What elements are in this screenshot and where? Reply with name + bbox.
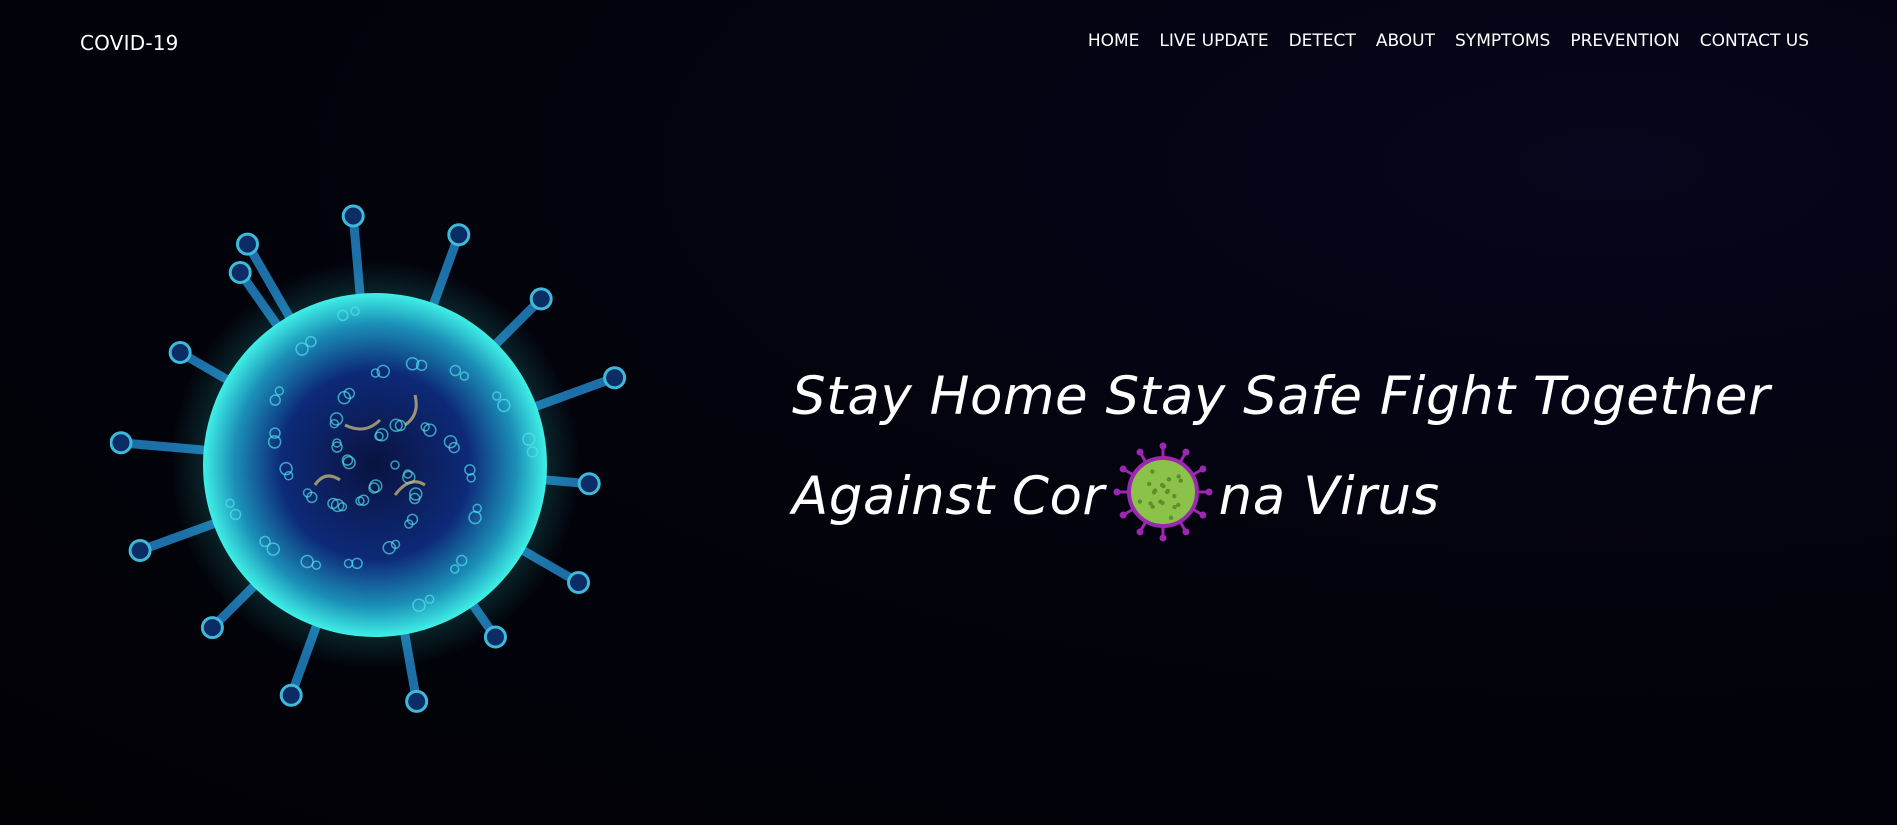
headline-line-2-start: Against Cor [792,466,1105,527]
main-nav: HOME LIVE UPDATE DETECT ABOUT SYMPTOMS P… [1088,31,1809,51]
headline-line-1: Stay Home Stay Safe Fight Together [792,366,1771,427]
nav-symptoms[interactable]: SYMPTOMS [1455,31,1550,51]
brand-logo[interactable]: COVID-19 [80,31,179,55]
nav-prevention[interactable]: PREVENTION [1570,31,1679,51]
nav-contact-us[interactable]: CONTACT US [1700,31,1809,51]
nav-detect[interactable]: DETECT [1289,31,1356,51]
nav-about[interactable]: ABOUT [1376,31,1435,51]
nav-home[interactable]: HOME [1088,31,1140,51]
coronavirus-illustration [110,204,627,713]
nav-live-update[interactable]: LIVE UPDATE [1159,31,1268,51]
virus-icon [1113,442,1213,542]
headline-line-2: Against Cor na Virus [792,442,1770,542]
hero-headline: Stay Home Stay Safe Fight Together Again… [792,352,1770,542]
headline-line-2-end: na Virus [1218,466,1440,527]
